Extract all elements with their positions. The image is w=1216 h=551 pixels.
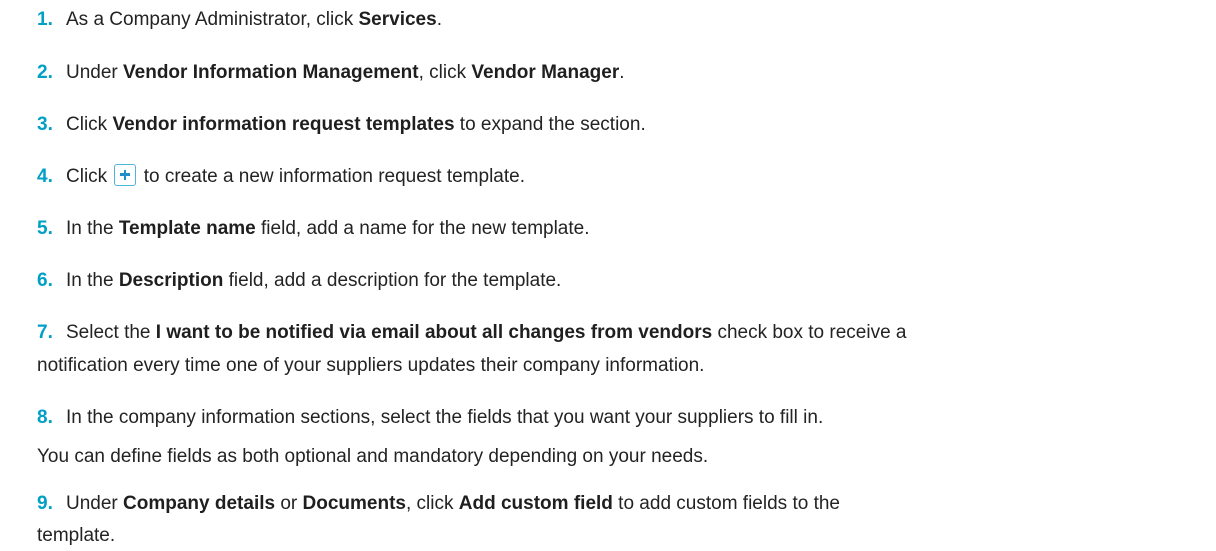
step-4: 4. Click to create a new information requ… bbox=[37, 164, 1208, 190]
step-text: . bbox=[436, 9, 442, 30]
step-9-continuation: template. bbox=[37, 525, 116, 546]
step-2: 2. Under Vendor Information Management, c… bbox=[37, 60, 1208, 86]
ui-term: Vendor Manager bbox=[471, 62, 620, 83]
step-number: 4. bbox=[37, 166, 53, 187]
step-text: Under bbox=[66, 493, 124, 514]
step-text: check box to receive a bbox=[712, 322, 907, 343]
plus-icon bbox=[114, 164, 137, 186]
step-text: or bbox=[275, 493, 303, 514]
step-text: . bbox=[619, 62, 625, 83]
step-text: to add custom fields to the bbox=[612, 493, 840, 514]
step-text: to create a new information request temp… bbox=[138, 166, 525, 187]
ui-term: Vendor Information Management bbox=[123, 62, 419, 83]
step-text: In the bbox=[66, 270, 119, 291]
step-1: 1. As a Company Administrator, click Serv… bbox=[37, 7, 1208, 33]
step-text: Click bbox=[66, 166, 113, 187]
step-6: 6. In the Description field, add a descri… bbox=[37, 268, 1208, 294]
ui-term: I want to be notified via email about al… bbox=[155, 322, 713, 343]
ui-term: Company details bbox=[123, 493, 276, 514]
ui-term: Services bbox=[358, 9, 437, 30]
step-text: to expand the section. bbox=[454, 114, 646, 135]
step-text: , click bbox=[418, 62, 472, 83]
step-8: 8. In the company information sections, s… bbox=[37, 405, 1208, 431]
step-9: 9. Under Company details or Documents, cl… bbox=[37, 491, 1208, 517]
step-number: 9. bbox=[37, 493, 53, 514]
ui-term: Vendor information request templates bbox=[112, 114, 455, 135]
step-text: Select the bbox=[66, 322, 156, 343]
step-text: Under bbox=[66, 62, 124, 83]
step-number: 8. bbox=[37, 407, 53, 428]
step-7-continuation: notification every time one of your supp… bbox=[37, 355, 705, 376]
step-text: , click bbox=[406, 493, 459, 514]
instruction-steps: 1. As a Company Administrator, click Serv… bbox=[0, 0, 1216, 551]
step-number: 6. bbox=[37, 270, 53, 291]
step-number: 7. bbox=[37, 322, 53, 343]
step-7: 7. Select the I want to be notified via e… bbox=[37, 320, 1208, 346]
ui-term: Template name bbox=[118, 218, 256, 239]
step-text: As a Company Administrator, click bbox=[66, 9, 359, 30]
step-number: 2. bbox=[37, 62, 53, 83]
step-number: 3. bbox=[37, 114, 53, 135]
step-8-continuation: You can define fields as both optional a… bbox=[37, 446, 709, 467]
step-text: Click bbox=[66, 114, 113, 135]
step-5: 5. In the Template name field, add a name… bbox=[37, 216, 1208, 242]
step-text: In the bbox=[66, 218, 119, 239]
step-number: 5. bbox=[37, 218, 53, 239]
step-number: 1. bbox=[37, 9, 53, 30]
ui-term: Description bbox=[118, 270, 224, 291]
step-text: field, add a description for the templat… bbox=[223, 270, 562, 291]
step-3: 3. Click Vendor information request templ… bbox=[37, 112, 1208, 138]
step-text: field, add a name for the new template. bbox=[255, 218, 590, 239]
ui-term: Documents bbox=[302, 493, 406, 514]
step-text: In the company information sections, sel… bbox=[66, 407, 824, 428]
ui-term: Add custom field bbox=[458, 493, 613, 514]
